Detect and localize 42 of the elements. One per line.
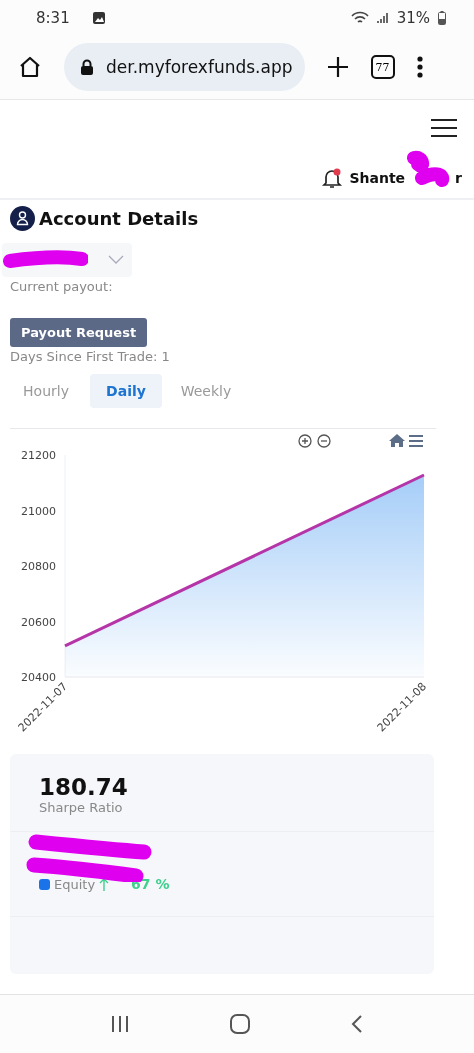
menu-icon[interactable] xyxy=(430,118,458,138)
redaction-scribble xyxy=(404,150,452,190)
stat-label: Sharpe Ratio xyxy=(39,800,124,815)
url-text: der.myforexfunds.app xyxy=(106,57,293,77)
page-title: Account Details xyxy=(39,208,199,229)
battery-level: 31% xyxy=(396,8,430,27)
y-axis-label: 21000 xyxy=(21,504,56,518)
new-tab-icon[interactable] xyxy=(326,56,349,78)
days-since-first-trade: Days Since First Trade: 1 xyxy=(10,349,171,364)
address-bar[interactable]: der.myforexfunds.app xyxy=(64,43,305,91)
stat-value: 180.74 xyxy=(39,774,129,800)
period-tab[interactable]: Weekly xyxy=(170,374,242,408)
recent-apps-icon[interactable] xyxy=(110,1015,129,1033)
back-icon[interactable] xyxy=(351,1014,364,1034)
user-name-end: r xyxy=(455,170,462,186)
tab-count-button[interactable]: 77 xyxy=(370,55,395,79)
lock-icon xyxy=(80,59,94,75)
more-icon[interactable] xyxy=(416,56,423,78)
image-icon xyxy=(91,10,106,25)
status-time: 8:31 xyxy=(36,8,70,27)
user-icon xyxy=(10,206,35,231)
y-axis-label: 20800 xyxy=(21,560,56,573)
y-axis-label: 20600 xyxy=(21,615,56,629)
zoom-out-icon[interactable] xyxy=(317,434,331,448)
battery-icon xyxy=(438,10,446,25)
signal-icon xyxy=(376,11,389,24)
payout-request-button[interactable]: Payout Request xyxy=(10,318,148,347)
user-name[interactable]: Shante xyxy=(349,170,406,186)
home-button-icon[interactable] xyxy=(230,1014,250,1034)
y-axis-label: 20400 xyxy=(21,671,56,684)
notification-bell-icon[interactable] xyxy=(321,167,344,189)
account-select[interactable] xyxy=(2,243,132,277)
arrow-up-icon xyxy=(99,877,110,891)
chevron-down-icon xyxy=(108,255,124,265)
equity-label: Equity xyxy=(54,876,96,892)
current-payout-label: Current payout: xyxy=(10,279,114,294)
zoom-in-icon[interactable] xyxy=(298,434,312,448)
home-icon[interactable] xyxy=(18,55,42,79)
y-axis-label: 21200 xyxy=(21,449,56,462)
period-tab[interactable]: Hourly xyxy=(10,374,82,408)
period-tab[interactable]: Daily xyxy=(90,374,162,408)
wifi-icon xyxy=(350,10,369,25)
